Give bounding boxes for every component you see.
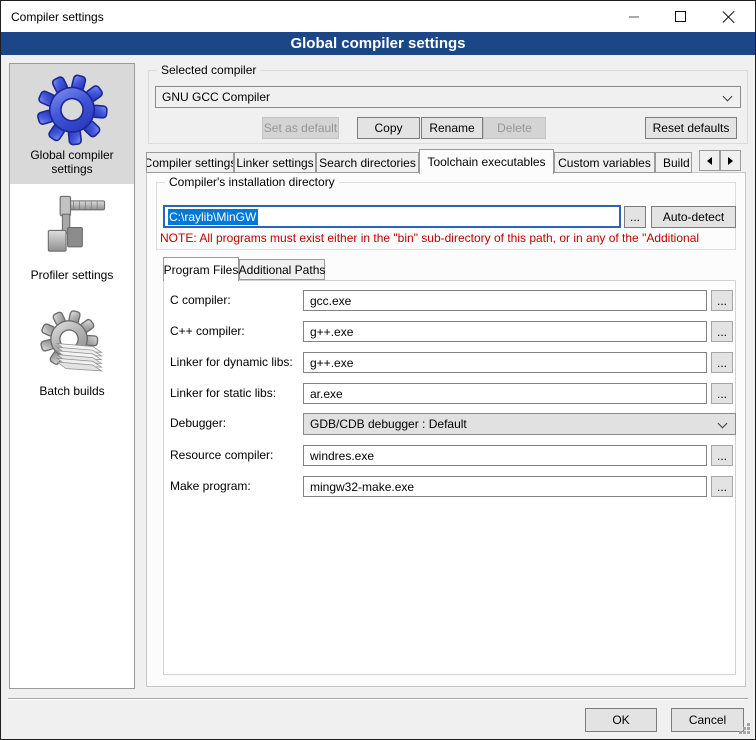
field-row-debugger: Debugger: GDB/CDB debugger : Default (163, 413, 736, 435)
right-arrow-icon (728, 157, 733, 165)
debugger-select[interactable]: GDB/CDB debugger : Default (303, 413, 736, 435)
caliper-icon (35, 192, 109, 266)
debugger-select-value: GDB/CDB debugger : Default (304, 417, 467, 431)
field-label: C++ compiler: (170, 324, 245, 338)
note-text: NOTE: All programs must exist either in … (160, 231, 735, 246)
field-label: Linker for static libs: (170, 386, 276, 400)
left-arrow-icon (707, 157, 712, 165)
maximize-button[interactable] (657, 1, 703, 32)
footer-divider (8, 698, 748, 700)
field-row-linker-static: Linker for static libs: ar.exe ... (163, 383, 736, 405)
compiler-select-value: GNU GCC Compiler (156, 90, 270, 104)
field-value: windres.exe (304, 449, 374, 463)
installation-directory-input[interactable]: C:\raylib\MinGW (163, 205, 621, 228)
browse-directory-button[interactable]: ... (624, 206, 646, 228)
field-row-resource-compiler: Resource compiler: windres.exe ... (163, 445, 736, 467)
field-row-linker-dynamic: Linker for dynamic libs: g++.exe ... (163, 352, 736, 374)
close-button[interactable] (703, 1, 755, 32)
installation-directory-value: C:\raylib\MinGW (168, 209, 258, 225)
tab-build-options[interactable]: Build options (655, 152, 692, 173)
reset-defaults-button[interactable]: Reset defaults (645, 117, 737, 139)
browse-button[interactable]: ... (711, 445, 733, 466)
field-value: mingw32-make.exe (304, 480, 414, 494)
close-icon (722, 10, 736, 24)
c-compiler-input[interactable]: gcc.exe (303, 290, 707, 311)
auto-detect-button[interactable]: Auto-detect (651, 206, 736, 228)
sidebar-item-label: Global compiler settings (10, 148, 134, 184)
browse-button[interactable]: ... (711, 352, 733, 373)
cpp-compiler-input[interactable]: g++.exe (303, 321, 707, 342)
compiler-select[interactable]: GNU GCC Compiler (155, 86, 741, 108)
minimize-icon (629, 16, 639, 18)
group-label: Selected compiler (157, 63, 260, 77)
browse-button[interactable]: ... (711, 321, 733, 342)
subtab-program-files[interactable]: Program Files (163, 257, 239, 281)
window-title: Compiler settings (11, 10, 104, 24)
settings-category-sidebar: Global compiler settings Profiler settin… (9, 63, 135, 689)
field-row-c-compiler: C compiler: gcc.exe ... (163, 290, 736, 312)
minimize-button[interactable] (611, 1, 657, 32)
field-value: ar.exe (304, 387, 343, 401)
group-label: Compiler's installation directory (165, 175, 339, 189)
sidebar-item-profiler-settings[interactable]: Profiler settings (10, 192, 134, 290)
field-label: C compiler: (170, 293, 231, 307)
gray-gear-papers-icon (35, 308, 109, 382)
maximize-icon (675, 11, 686, 22)
rename-button[interactable]: Rename (421, 117, 483, 139)
sidebar-item-label: Profiler settings (10, 268, 134, 290)
chevron-down-icon (723, 92, 733, 102)
field-label: Make program: (170, 479, 251, 493)
browse-button[interactable]: ... (711, 476, 733, 497)
resource-compiler-input[interactable]: windres.exe (303, 445, 707, 466)
tab-scroll-left-button[interactable] (699, 150, 720, 171)
tab-scroll-right-button[interactable] (720, 150, 741, 171)
field-row-cpp-compiler: C++ compiler: g++.exe ... (163, 321, 736, 343)
linker-static-input[interactable]: ar.exe (303, 383, 707, 404)
field-label: Linker for dynamic libs: (170, 355, 293, 369)
field-value: gcc.exe (304, 294, 351, 308)
field-label: Resource compiler: (170, 448, 273, 462)
browse-button[interactable]: ... (711, 383, 733, 404)
tab-compiler-settings[interactable]: Compiler settings (146, 152, 234, 173)
tab-search-directories[interactable]: Search directories (316, 152, 419, 173)
browse-button[interactable]: ... (711, 290, 733, 311)
ok-button[interactable]: OK (585, 708, 657, 732)
sidebar-item-batch-builds[interactable]: Batch builds (10, 308, 134, 406)
linker-dynamic-input[interactable]: g++.exe (303, 352, 707, 373)
tab-toolchain-executables[interactable]: Toolchain executables (419, 149, 554, 174)
blue-gear-icon (35, 72, 109, 146)
sidebar-item-global-compiler-settings[interactable]: Global compiler settings (10, 64, 134, 184)
resize-grip[interactable] (747, 731, 750, 734)
chevron-down-icon (718, 419, 728, 429)
field-label: Debugger: (170, 416, 226, 430)
field-row-make-program: Make program: mingw32-make.exe ... (163, 476, 736, 498)
delete-button[interactable]: Delete (483, 117, 546, 139)
field-value: g++.exe (304, 325, 353, 339)
subtab-additional-paths[interactable]: Additional Paths (239, 259, 325, 280)
tab-linker-settings[interactable]: Linker settings (234, 152, 316, 173)
cancel-button[interactable]: Cancel (671, 708, 744, 732)
field-value: g++.exe (304, 356, 353, 370)
copy-button[interactable]: Copy (357, 117, 420, 139)
sidebar-item-label: Batch builds (10, 384, 134, 406)
make-program-input[interactable]: mingw32-make.exe (303, 476, 707, 497)
tab-custom-variables[interactable]: Custom variables (554, 152, 655, 173)
dialog-header: Global compiler settings (1, 32, 755, 55)
set-as-default-button[interactable]: Set as default (262, 117, 339, 139)
